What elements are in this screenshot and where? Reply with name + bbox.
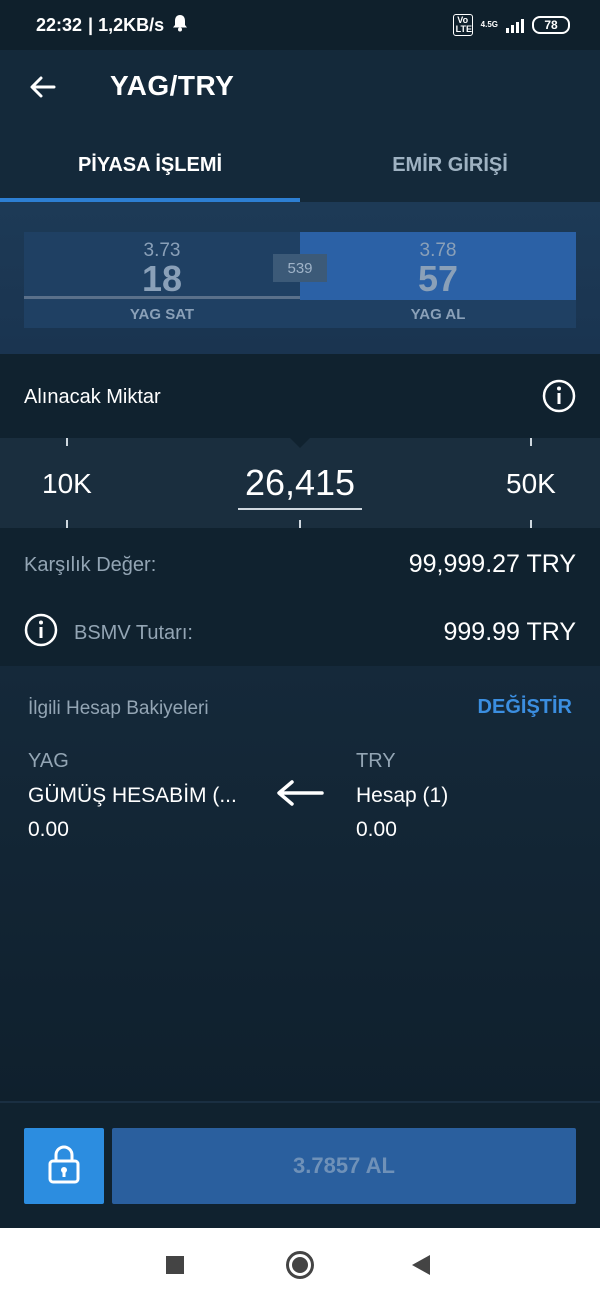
- lock-icon: [47, 1144, 81, 1189]
- battery-icon: 78: [532, 16, 570, 34]
- slider-max-label: 50K: [506, 468, 556, 499]
- info-icon[interactable]: [542, 379, 576, 413]
- to-currency: TRY: [356, 750, 396, 772]
- amount-label-row: Alınacak Miktar: [0, 354, 600, 438]
- action-bar: 3.7857 AL: [0, 1101, 600, 1228]
- volte-badge: Vo LTE: [452, 14, 473, 36]
- slider-notch: [290, 438, 310, 448]
- amount-label: Alınacak Miktar: [24, 386, 161, 408]
- tab-market-order[interactable]: PİYASA İŞLEMİ: [0, 128, 300, 202]
- slider-tick: [530, 520, 532, 528]
- account-balances: İlgili Hesap Bakiyeleri DEĞİŞTİR YAG GÜM…: [0, 666, 600, 1101]
- quote-panel: 3.73 18 YAG SAT 3.78 57 YAG AL 539: [0, 202, 600, 354]
- home-icon[interactable]: [286, 1251, 314, 1279]
- slider-tick: [530, 438, 532, 446]
- counter-value-label: Karşılık Değer:: [24, 554, 157, 576]
- from-currency: YAG: [28, 750, 69, 772]
- bsmv-value: 999.99 TRY: [443, 618, 576, 646]
- arrow-left-icon: [274, 778, 326, 808]
- back-arrow-icon[interactable]: [28, 72, 58, 102]
- buy-button[interactable]: 3.7857 AL: [112, 1128, 576, 1204]
- buy-label: YAG AL: [410, 306, 466, 323]
- tab-limit-order[interactable]: EMİR GİRİŞİ: [300, 128, 600, 202]
- sell-divider: [24, 296, 300, 299]
- amount-value[interactable]: 26,415: [238, 462, 362, 510]
- bsmv-info-icon[interactable]: [24, 613, 58, 647]
- sell-quote-button[interactable]: 3.73 18 YAG SAT: [24, 232, 300, 328]
- app-header: YAG/TRY: [0, 50, 600, 128]
- buy-pips: 57: [417, 258, 459, 299]
- to-account-name: Hesap (1): [356, 784, 449, 807]
- status-network-speed: | 1,2KB/s: [88, 14, 165, 35]
- from-account-amount: 0.00: [28, 818, 69, 841]
- status-icons: Vo LTE 4.5G 78: [452, 14, 570, 36]
- status-bar: 22:32 | 1,2KB/s Vo LTE 4.5G 78: [0, 0, 600, 50]
- lock-button[interactable]: [24, 1128, 104, 1204]
- counter-value: 99,999.27 TRY: [408, 550, 576, 578]
- spread-badge: 539: [273, 254, 327, 282]
- buy-quote-button[interactable]: 3.78 57 YAG AL: [300, 232, 576, 328]
- sell-pips: 18: [141, 258, 183, 299]
- slider-tick: [66, 438, 68, 446]
- tab-bar: PİYASA İŞLEMİ EMİR GİRİŞİ: [0, 128, 600, 202]
- page-title: YAG/TRY: [110, 70, 235, 101]
- system-nav-bar: [0, 1228, 600, 1300]
- slider-tick: [66, 520, 68, 528]
- to-account-amount: 0.00: [356, 818, 397, 841]
- network-type: 4.5G: [480, 20, 498, 29]
- slider-tick: [299, 520, 301, 528]
- sell-label: YAG SAT: [129, 306, 195, 323]
- balances-title: İlgili Hesap Bakiyeleri: [28, 698, 209, 719]
- recents-icon[interactable]: [166, 1256, 184, 1274]
- change-account-button[interactable]: DEĞİŞTİR: [478, 696, 572, 719]
- from-account-name: GÜMÜŞ HESABİM (...: [28, 784, 237, 807]
- bell-icon: [172, 14, 188, 37]
- order-values: Karşılık Değer: 99,999.27 TRY BSMV Tutar…: [0, 528, 600, 666]
- signal-icon: [506, 17, 524, 33]
- status-time: 22:32: [36, 14, 83, 35]
- bsmv-label: BSMV Tutarı:: [74, 622, 193, 644]
- slider-min-label: 10K: [42, 468, 92, 499]
- back-triangle-icon[interactable]: [412, 1255, 430, 1275]
- amount-slider[interactable]: 10K 26,415 50K: [0, 438, 600, 528]
